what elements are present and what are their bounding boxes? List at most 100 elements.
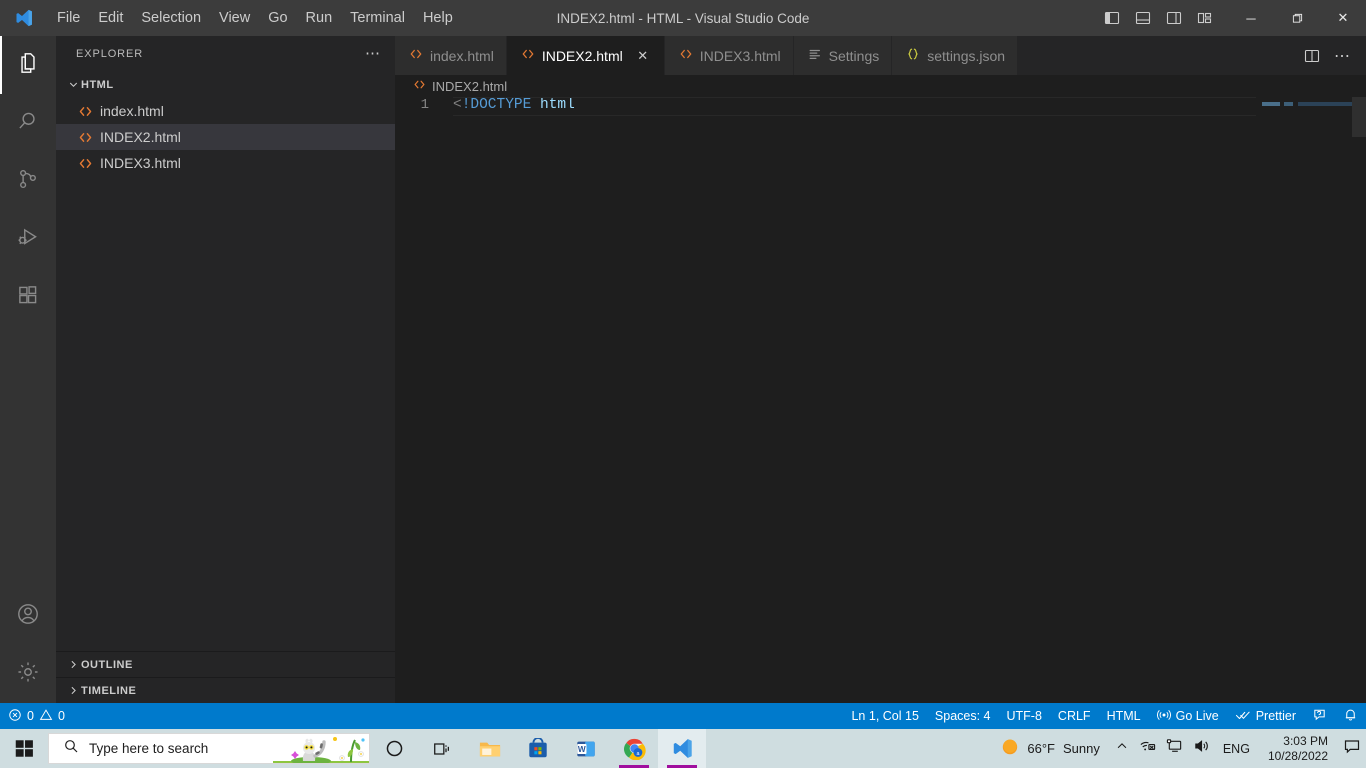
file-explorer-icon[interactable] (466, 729, 514, 768)
sidebar-item-extensions[interactable] (0, 268, 56, 326)
tab-label: index.html (430, 47, 494, 64)
taskbar-search-box[interactable]: Type here to search (48, 733, 370, 764)
source-control-icon (15, 166, 41, 197)
ellipsis-icon[interactable]: ⋯ (365, 46, 381, 61)
editor-tab-bar: index.html INDEX2.html ✕ INDEX3.html Set… (395, 36, 1366, 75)
sidebar-item-manage[interactable] (0, 645, 56, 703)
explorer-sidebar: EXPLORER ⋯ HTML index.html INDEX2.html I… (56, 36, 395, 703)
action-center-icon (1343, 738, 1361, 760)
customize-layout-icon[interactable] (1192, 5, 1218, 31)
status-notifications[interactable] (1335, 703, 1366, 729)
file-tree-item-index3-html[interactable]: INDEX3.html (56, 150, 395, 176)
menu-selection[interactable]: Selection (132, 0, 210, 36)
scrollbar-thumb[interactable] (1352, 97, 1366, 137)
editor-scrollbar[interactable] (1352, 97, 1366, 703)
warning-icon (39, 708, 53, 725)
window-minimize-button[interactable]: ─ (1228, 0, 1274, 36)
word-icon[interactable]: W (562, 729, 610, 768)
tab-index3-html[interactable]: INDEX3.html (664, 36, 794, 75)
menu-go[interactable]: Go (259, 0, 296, 36)
taskbar-clock[interactable]: 3:03 PM 10/28/2022 (1258, 729, 1338, 768)
menu-view[interactable]: View (210, 0, 259, 36)
cortana-circle-icon[interactable] (370, 729, 418, 768)
menu-edit[interactable]: Edit (89, 0, 132, 36)
taskbar-weather[interactable]: 66°F Sunny (989, 738, 1109, 759)
vscode-window: File Edit Selection View Go Run Terminal… (0, 0, 1366, 768)
sidebar-section-timeline[interactable]: TIMELINE (56, 677, 395, 703)
tab-settings-json[interactable]: settings.json (892, 36, 1019, 75)
layout-controls (1099, 5, 1218, 31)
status-warning-count: 0 (57, 709, 65, 723)
status-editor-encoding[interactable]: UTF-8 (999, 703, 1050, 729)
sidebar-section-outline[interactable]: OUTLINE (56, 651, 395, 677)
tab-close-icon[interactable]: ✕ (634, 47, 652, 65)
window-close-button[interactable]: ✕ (1320, 0, 1366, 36)
tray-language[interactable]: ENG (1215, 729, 1258, 768)
split-editor-right-icon[interactable] (1298, 42, 1326, 70)
menu-help[interactable]: Help (414, 0, 462, 36)
html-file-icon (409, 47, 423, 64)
window-maximize-button[interactable] (1274, 0, 1320, 36)
tab-label: settings.json (927, 47, 1006, 64)
tray-network-icon[interactable] (1134, 729, 1161, 768)
sidebar-item-search[interactable] (0, 94, 56, 152)
check-all-icon (1235, 708, 1251, 725)
feedback-icon (1312, 707, 1327, 725)
status-prettier[interactable]: Prettier (1227, 703, 1304, 729)
toggle-secondary-sidebar-icon[interactable] (1161, 5, 1187, 31)
status-feedback[interactable] (1304, 703, 1335, 729)
lemur-illustration (273, 734, 369, 763)
status-editor-language[interactable]: HTML (1099, 703, 1149, 729)
file-tree-item-index2-html[interactable]: INDEX2.html (56, 124, 395, 150)
menu-file[interactable]: File (48, 0, 89, 36)
sidebar-item-run-and-debug[interactable] (0, 210, 56, 268)
tray-expand-button[interactable] (1110, 729, 1134, 768)
status-editor-position[interactable]: Ln 1, Col 15 (843, 703, 926, 729)
sidebar-title: EXPLORER (76, 47, 144, 60)
file-tree-item-index-html[interactable]: index.html (56, 98, 395, 124)
sidebar-section-label: OUTLINE (81, 658, 133, 671)
vscode-icon[interactable] (658, 729, 706, 768)
sidebar-item-accounts[interactable] (0, 587, 56, 645)
microsoft-store-icon[interactable] (514, 729, 562, 768)
system-tray: 66°F Sunny ENG 3:03 PM 10/28/2022 (989, 729, 1366, 768)
weather-temperature: 66°F (1027, 741, 1055, 756)
chevron-right-icon (65, 658, 81, 671)
status-error-count: 0 (27, 709, 34, 723)
editor-tab-actions: ⋯ (1298, 36, 1366, 75)
chrome-icon[interactable]: a (610, 729, 658, 768)
sidebar-item-source-control[interactable] (0, 152, 56, 210)
editor-minimap[interactable] (1256, 97, 1366, 703)
breadcrumb-item-file[interactable]: INDEX2.html (432, 79, 507, 94)
action-center-button[interactable] (1338, 729, 1366, 768)
svg-text:a: a (636, 751, 639, 757)
current-line-highlight (453, 97, 1266, 116)
sidebar-section-label: TIMELINE (81, 684, 137, 697)
status-problems[interactable]: 0 0 (0, 703, 73, 729)
editor-more-actions-icon[interactable]: ⋯ (1328, 42, 1356, 70)
task-view-icon[interactable] (418, 729, 466, 768)
network-icon (1139, 738, 1156, 759)
status-editor-eol[interactable]: CRLF (1050, 703, 1099, 729)
toggle-panel-icon[interactable] (1130, 5, 1156, 31)
status-go-live[interactable]: Go Live (1149, 703, 1227, 729)
title-bar: File Edit Selection View Go Run Terminal… (0, 0, 1366, 36)
sidebar-item-explorer[interactable] (0, 36, 56, 94)
menu-run[interactable]: Run (297, 0, 342, 36)
settings-list-icon (808, 47, 822, 64)
status-editor-indentation[interactable]: Spaces: 4 (927, 703, 999, 729)
tab-index-html[interactable]: index.html (395, 36, 507, 75)
explorer-folder-header[interactable]: HTML (56, 71, 395, 98)
sidebar-header: EXPLORER ⋯ (56, 36, 395, 71)
tab-label: INDEX3.html (699, 47, 781, 64)
code-editor[interactable]: 1 <!DOCTYPE html (395, 97, 1366, 703)
tab-settings[interactable]: Settings (793, 36, 893, 75)
windows-start-icon[interactable] (0, 729, 48, 768)
menu-terminal[interactable]: Terminal (341, 0, 414, 36)
toggle-primary-sidebar-icon[interactable] (1099, 5, 1125, 31)
tab-index2-html[interactable]: INDEX2.html ✕ (506, 36, 665, 75)
tray-display-icon[interactable] (1161, 729, 1188, 768)
search-icon (15, 108, 41, 139)
tray-volume-icon[interactable] (1188, 729, 1215, 768)
